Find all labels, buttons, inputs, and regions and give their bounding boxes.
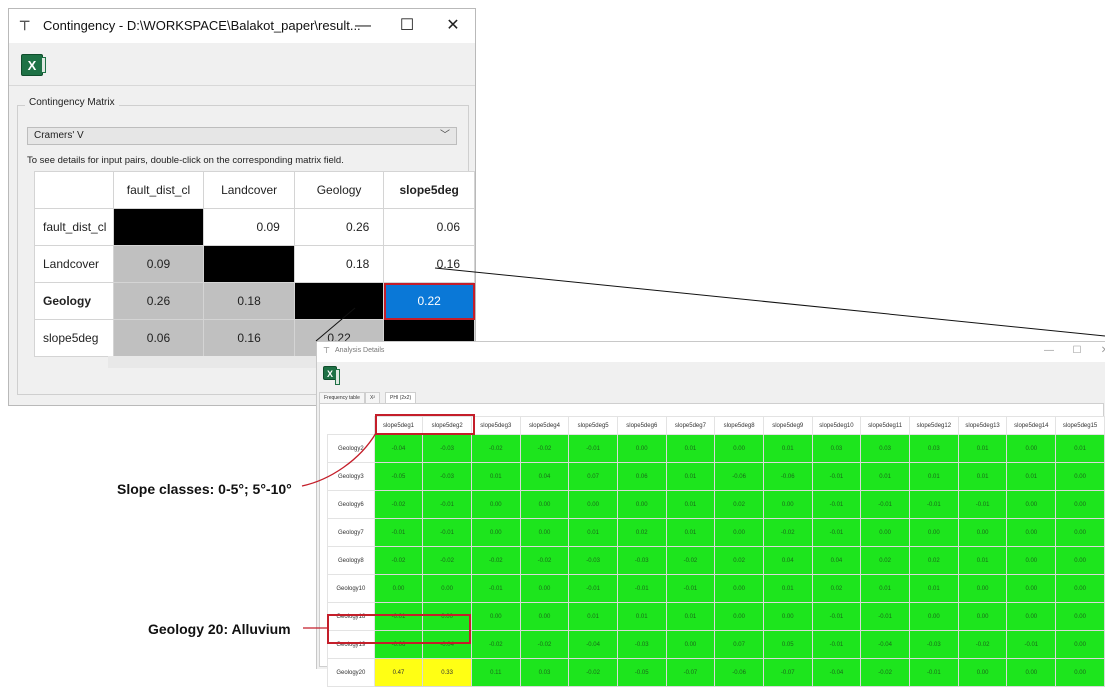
slope-leader-line [301,432,377,487]
zoom-line-bottom [315,307,356,342]
annotation-leader-lines [301,267,1105,629]
zoom-line-top [434,267,1105,337]
